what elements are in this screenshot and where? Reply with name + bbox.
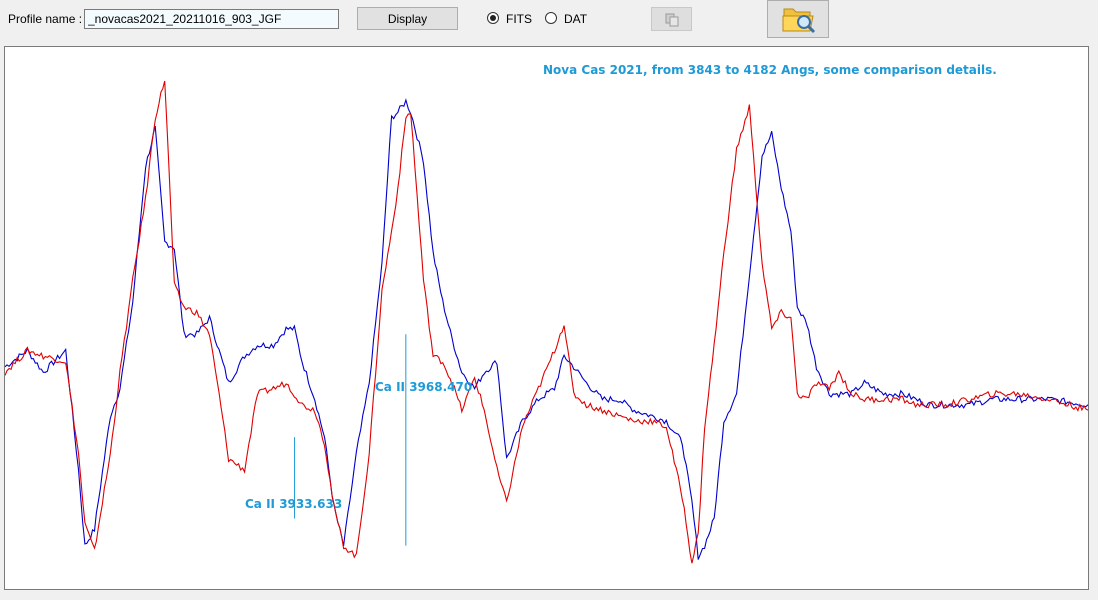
dat-radio-label[interactable]: DAT: [564, 12, 587, 26]
fits-radio[interactable]: [487, 12, 499, 24]
spectrum-series-2: [5, 80, 1088, 564]
dat-radio[interactable]: [545, 12, 557, 24]
spectrum-chart: [5, 80, 1088, 564]
annotation-ca-ii-3933: Ca II 3933.633: [245, 497, 343, 511]
display-button[interactable]: Display: [357, 7, 458, 30]
plot-title: Nova Cas 2021, from 3843 to 4182 Angs, s…: [543, 63, 997, 77]
annotation-ca-ii-3968: Ca II 3968.470: [375, 380, 473, 394]
profile-name-label: Profile name :: [8, 12, 83, 26]
folder-search-icon: [782, 8, 816, 34]
copy-button[interactable]: [651, 7, 692, 31]
copy-icon: [665, 13, 679, 27]
toolbar: Profile name : Display FITS DAT: [0, 0, 1098, 44]
profile-name-input[interactable]: [84, 9, 339, 29]
open-file-button[interactable]: [767, 0, 829, 38]
fits-radio-label[interactable]: FITS: [506, 12, 532, 26]
spectrum-series-1: [5, 98, 1088, 560]
spectrum-plot: Nova Cas 2021, from 3843 to 4182 Angs, s…: [4, 46, 1089, 590]
